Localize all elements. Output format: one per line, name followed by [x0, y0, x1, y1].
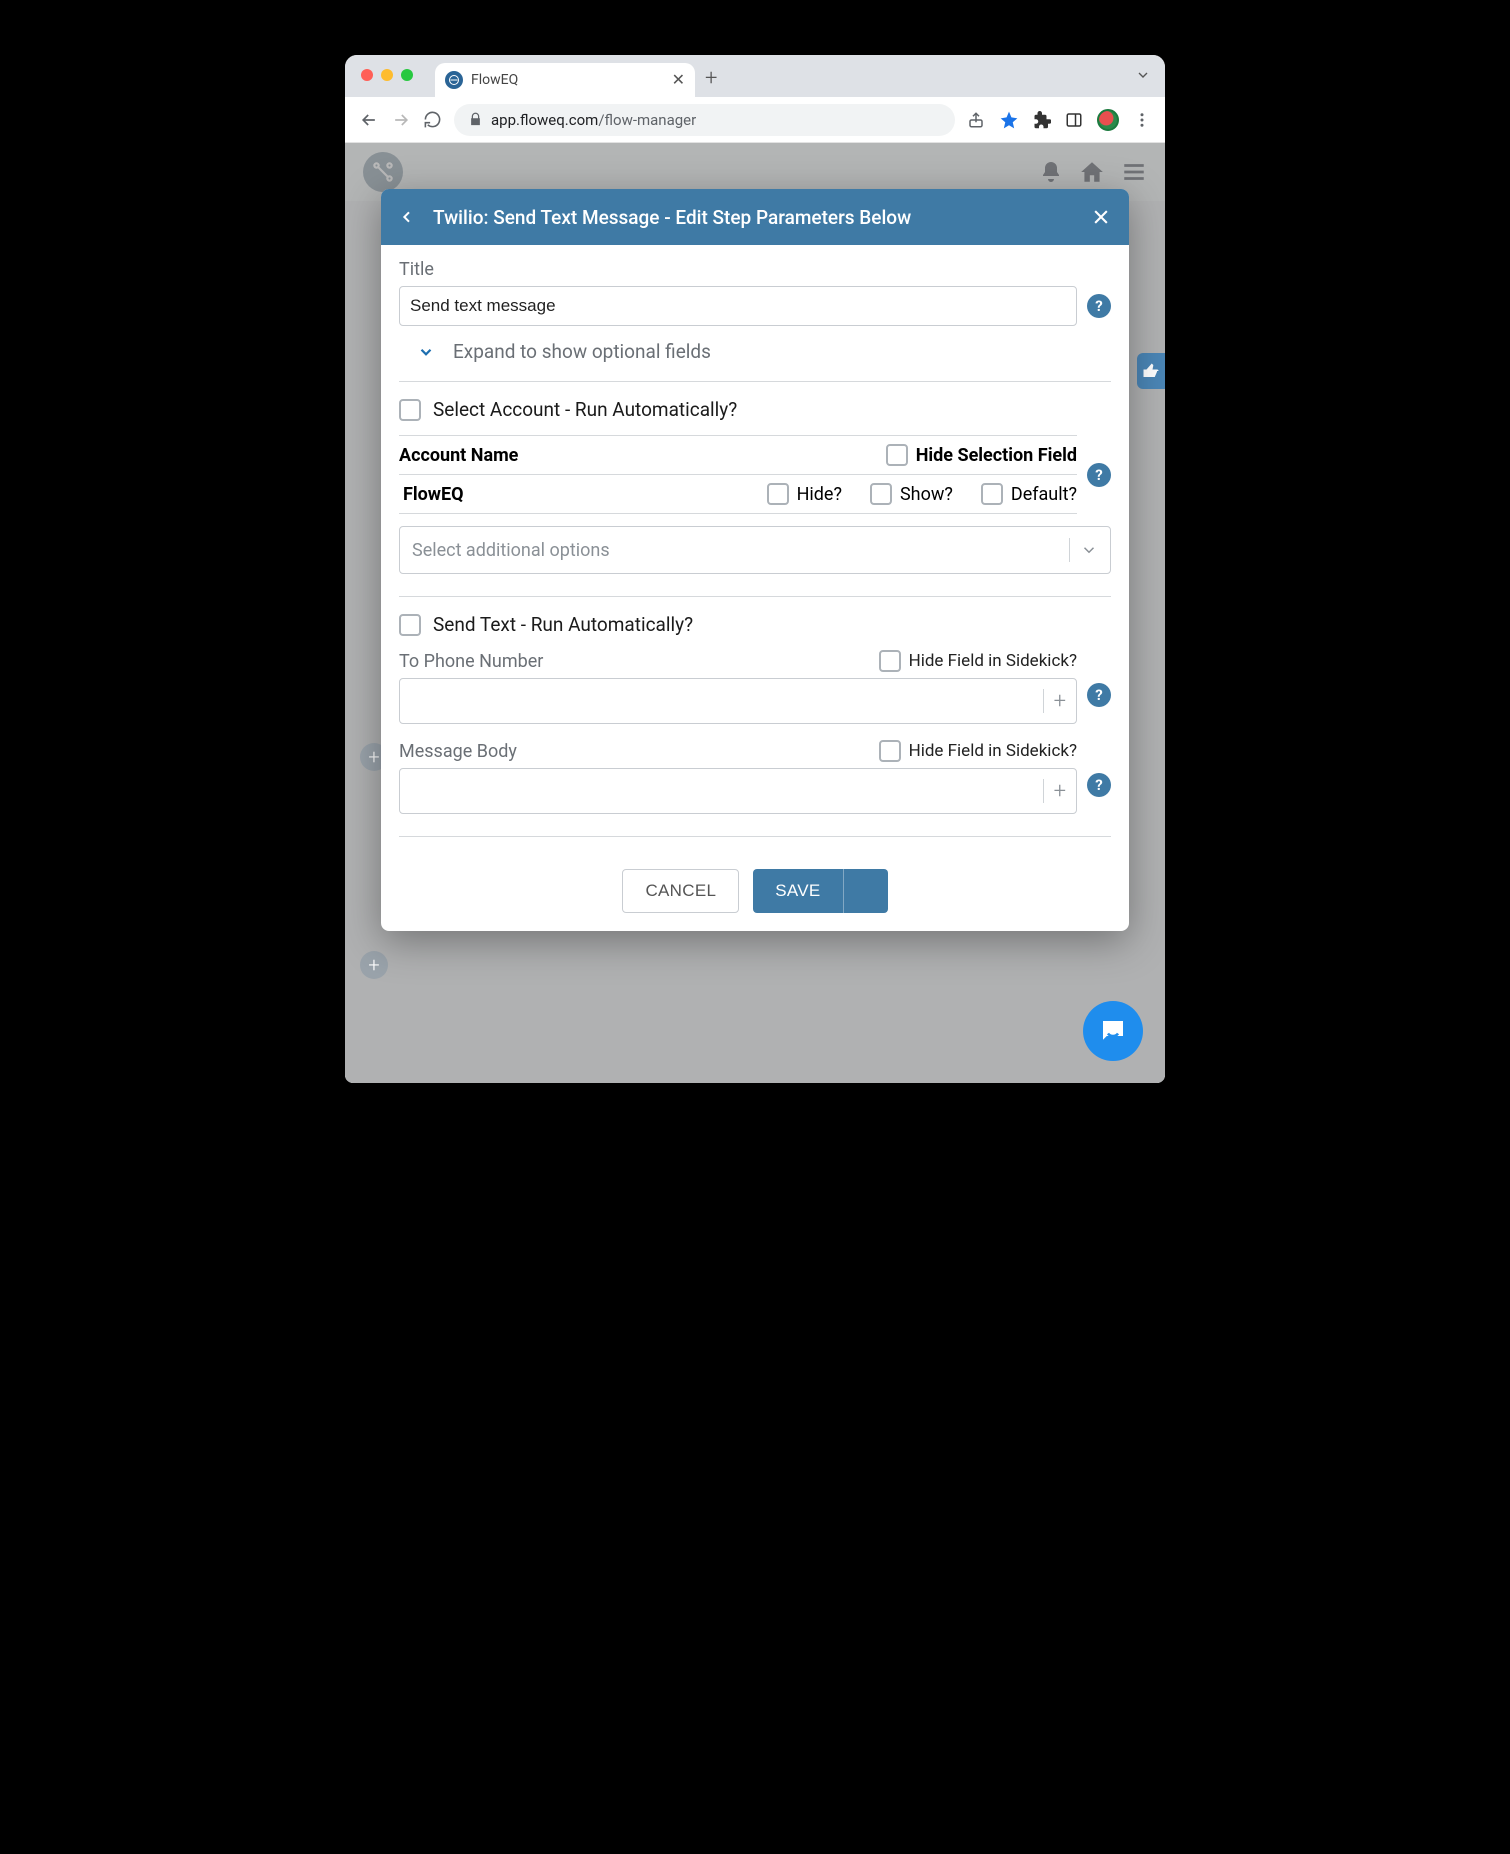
profile-avatar[interactable] — [1097, 109, 1119, 131]
message-body-label: Message Body — [399, 741, 517, 762]
kebab-menu-icon[interactable] — [1133, 111, 1151, 129]
toolbar-right — [967, 109, 1151, 131]
phone-hide-label: Hide Field in Sidekick? — [909, 651, 1077, 671]
chevron-down-icon — [1080, 541, 1098, 559]
account-show-checkbox[interactable] — [870, 483, 892, 505]
account-hide-checkbox[interactable] — [767, 483, 789, 505]
page-content: + + Twilio: Send Text Message - Edit Ste… — [345, 143, 1165, 1083]
phone-field-group: To Phone Number Hide Field in Sidekick? … — [399, 650, 1077, 724]
chat-help-button[interactable] — [1083, 1001, 1143, 1061]
additional-options-select[interactable]: Select additional options — [399, 526, 1111, 574]
body-add-icon[interactable]: + — [1054, 779, 1066, 804]
modal-header: Twilio: Send Text Message - Edit Step Pa… — [381, 189, 1129, 245]
body-hide-checkbox[interactable] — [879, 740, 901, 762]
chevron-down-icon — [417, 343, 435, 361]
send-text-run-auto-label: Send Text - Run Automatically? — [433, 613, 693, 636]
help-icon[interactable]: ? — [1087, 294, 1111, 318]
hide-selection-checkbox[interactable] — [886, 444, 908, 466]
browser-tab[interactable]: FlowEQ ✕ — [435, 63, 695, 97]
extensions-icon[interactable] — [1033, 111, 1051, 129]
save-dropdown-button[interactable] — [843, 869, 888, 913]
account-table: Account Name Hide Selection Field FlowEQ… — [399, 435, 1077, 514]
phone-hide-checkbox[interactable] — [879, 650, 901, 672]
canvas-add-node-bottom[interactable]: + — [360, 951, 388, 979]
tabs-dropdown-icon[interactable] — [1135, 67, 1151, 83]
tab-close-icon[interactable]: ✕ — [672, 72, 685, 88]
phone-label: To Phone Number — [399, 651, 543, 672]
help-icon[interactable]: ? — [1087, 463, 1111, 487]
window-close-dot[interactable] — [361, 69, 373, 81]
message-body-field-group: Message Body Hide Field in Sidekick? + — [399, 740, 1077, 814]
title-input[interactable] — [399, 286, 1077, 326]
divider — [399, 596, 1111, 597]
expand-optional-toggle[interactable]: Expand to show optional fields — [399, 326, 1111, 381]
divider — [399, 381, 1111, 382]
back-icon[interactable] — [359, 110, 379, 130]
account-show-label: Show? — [900, 484, 953, 505]
title-label: Title — [399, 259, 1111, 280]
help-icon[interactable]: ? — [1087, 683, 1111, 707]
account-default-label: Default? — [1011, 484, 1077, 505]
help-icon[interactable]: ? — [1087, 773, 1111, 797]
send-text-run-auto-checkbox[interactable] — [399, 614, 421, 636]
url-text: app.floweq.com/flow-manager — [491, 111, 696, 129]
hide-selection-label: Hide Selection Field — [916, 445, 1077, 466]
select-account-run-auto-checkbox[interactable] — [399, 399, 421, 421]
account-default-checkbox[interactable] — [981, 483, 1003, 505]
select-placeholder: Select additional options — [412, 540, 1059, 561]
window-minimize-dot[interactable] — [381, 69, 393, 81]
bookmark-star-icon[interactable] — [999, 110, 1019, 130]
edit-step-modal: Twilio: Send Text Message - Edit Step Pa… — [381, 189, 1129, 931]
body-hide-label: Hide Field in Sidekick? — [909, 741, 1077, 761]
phone-add-icon[interactable]: + — [1054, 689, 1066, 714]
account-row: FlowEQ Hide? Show? Default — [399, 475, 1077, 513]
reload-icon[interactable] — [423, 110, 442, 129]
window-controls — [361, 69, 413, 81]
panel-icon[interactable] — [1065, 111, 1083, 129]
back-chevron-icon[interactable] — [399, 209, 415, 225]
browser-toolbar: app.floweq.com/flow-manager — [345, 97, 1165, 143]
message-body-input[interactable] — [410, 781, 1033, 801]
expand-label: Expand to show optional fields — [453, 340, 711, 363]
browser-window: FlowEQ ✕ + app.floweq.com/flow-manager — [345, 55, 1165, 1083]
cancel-button[interactable]: CANCEL — [622, 869, 739, 913]
tab-bar: FlowEQ ✕ + — [345, 55, 1165, 97]
side-thumb-button[interactable] — [1137, 353, 1165, 389]
account-row-name: FlowEQ — [399, 484, 757, 505]
modal-footer: CANCEL SAVE — [381, 853, 1129, 931]
forward-icon[interactable] — [391, 110, 411, 130]
modal-title: Twilio: Send Text Message - Edit Step Pa… — [433, 206, 1073, 229]
new-tab-icon[interactable]: + — [705, 66, 717, 91]
divider — [399, 836, 1111, 837]
window-maximize-dot[interactable] — [401, 69, 413, 81]
lock-icon — [468, 112, 483, 127]
tab-title: FlowEQ — [471, 72, 664, 88]
account-name-header: Account Name — [399, 445, 876, 466]
phone-input[interactable] — [410, 691, 1033, 711]
address-bar[interactable]: app.floweq.com/flow-manager — [454, 104, 955, 136]
close-icon[interactable] — [1091, 207, 1111, 227]
share-icon[interactable] — [967, 111, 985, 129]
select-account-run-auto-label: Select Account - Run Automatically? — [433, 398, 737, 421]
modal-body: Title ? Expand to show optional fields S… — [381, 245, 1129, 853]
save-button[interactable]: SAVE — [753, 869, 842, 913]
tab-favicon-icon — [445, 71, 463, 89]
account-hide-label: Hide? — [797, 484, 842, 505]
